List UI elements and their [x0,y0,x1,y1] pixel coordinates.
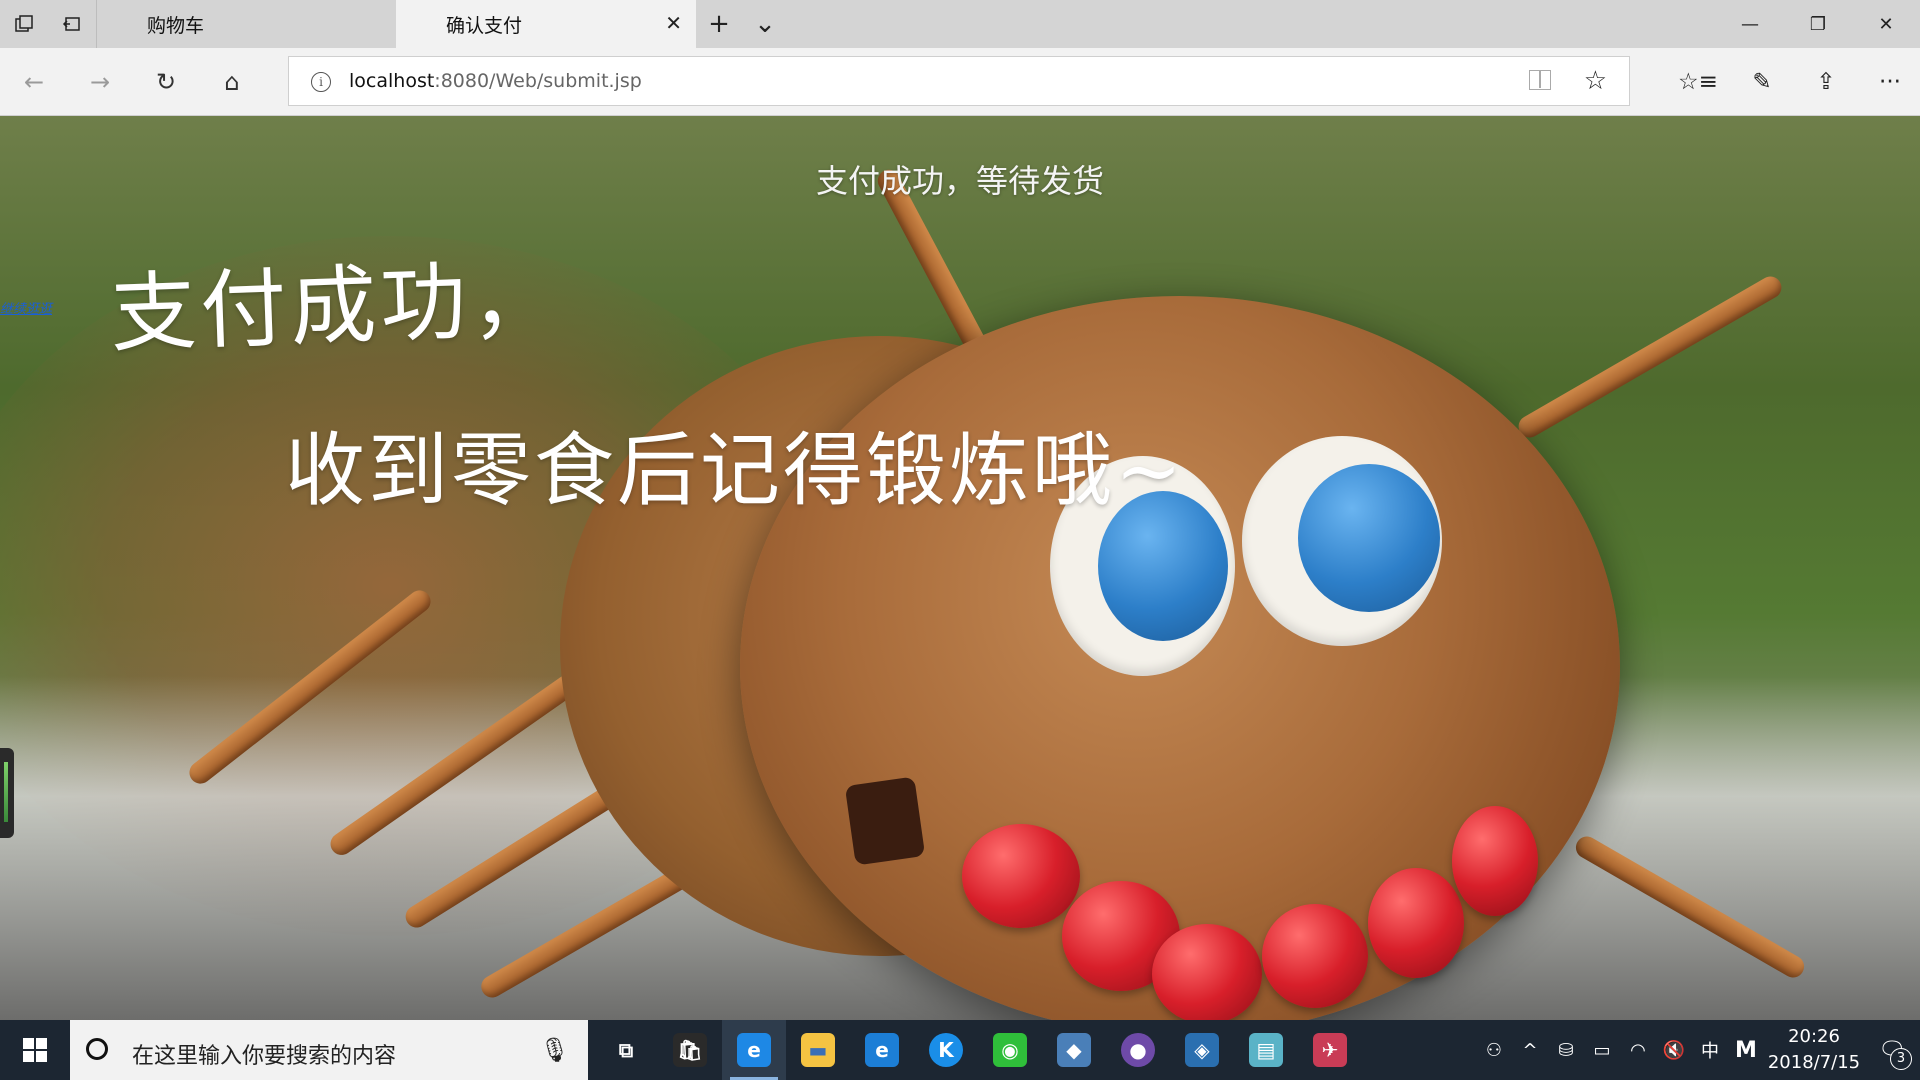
ime-mode-icon[interactable]: M [1728,1020,1764,1080]
favorites-hub-icon[interactable]: ☆≡ [1678,62,1718,102]
internet-explorer-button[interactable]: e [850,1020,914,1080]
notification-count-badge: 3 [1890,1048,1912,1070]
windows-taskbar: 在这里输入你要搜索的内容 🎙 ⧉ 🛍 e ▬ e K ◉ ◆ ● ◈ ▤ ✈ ⚇… [0,1020,1920,1080]
github-icon: ● [1121,1033,1155,1067]
url-host: localhost [349,70,435,92]
minimize-icon[interactable]: — [1716,0,1784,48]
browser-nav-bar: ← → ↻ ⌂ i localhost:8080/Web/submit.jsp … [0,48,1920,116]
flying-app-icon: ✈ [1313,1033,1347,1067]
red-candy [962,824,1080,928]
page-title: 支付成功，等待发货 [815,162,1104,200]
store-icon: 🛍 [673,1033,707,1067]
tab-label: 确认支付 [446,14,523,37]
success-message-line1: 支付成功， [108,249,562,365]
folder-icon: ▬ [801,1033,835,1067]
refresh-icon[interactable]: ↻ [146,62,186,102]
system-tray: ⚇ ^ ⛁ ▭ ◠ 🔇 中 M 20:26 2018/7/15 🗨 3 [1476,1020,1920,1080]
red-candy [1262,904,1368,1008]
start-button[interactable] [0,1020,70,1080]
notepad-icon: ▤ [1249,1033,1283,1067]
reading-view-icon[interactable] [1529,70,1551,90]
tab-confirm-payment[interactable]: 确认支付 ✕ [396,0,696,48]
red-candy [1152,924,1262,1020]
internet-explorer-icon: e [865,1033,899,1067]
site-info-icon[interactable]: i [311,72,331,92]
show-hidden-icons-chevron-icon[interactable]: ^ [1512,1020,1548,1080]
edge-button[interactable]: e [722,1020,786,1080]
virtualbox-icon: ◆ [1057,1033,1091,1067]
web-note-icon[interactable]: ✎ [1742,62,1782,102]
flying-app-button[interactable]: ✈ [1298,1020,1362,1080]
home-icon[interactable]: ⌂ [212,62,252,102]
task-view-icon: ⧉ [618,1038,634,1062]
side-widget[interactable] [0,748,14,838]
microphone-icon[interactable]: 🎙 [540,1036,570,1064]
success-message-line2: 收到零食后记得锻炼哦~ [285,424,1186,517]
usb-icon[interactable]: ⛁ [1548,1020,1584,1080]
red-candy [1452,806,1538,916]
virtualbox-button[interactable]: ◆ [1042,1020,1106,1080]
wechat-icon: ◉ [993,1033,1027,1067]
kugou-icon: K [929,1033,963,1067]
people-icon[interactable]: ⚇ [1476,1020,1512,1080]
chocolate-chip [844,776,926,866]
red-candy [1368,868,1464,978]
page-content: 支付成功，等待发货 继续逛逛 支付成功， 收到零食后记得锻炼哦~ [0,116,1920,1020]
action-center-button[interactable]: 🗨 3 [1864,1020,1920,1080]
mysql-workbench-icon: ◈ [1185,1033,1219,1067]
close-tab-icon[interactable]: ✕ [665,13,682,33]
edge-icon: e [737,1033,771,1067]
window-controls: — ❐ ✕ [1716,0,1920,48]
restore-icon[interactable]: ❐ [1784,0,1852,48]
kugou-button[interactable]: K [914,1020,978,1080]
file-explorer-button[interactable]: ▬ [786,1020,850,1080]
task-view-button[interactable]: ⧉ [594,1020,658,1080]
url-text[interactable]: localhost:8080/Web/submit.jsp [349,70,642,92]
pretzel-antenna-right [1514,272,1786,442]
store-button[interactable]: 🛍 [658,1020,722,1080]
share-icon[interactable]: ⇪ [1806,62,1846,102]
windows-logo-icon [23,1038,47,1062]
clock-time: 20:26 [1788,1026,1840,1047]
close-window-icon[interactable]: ✕ [1852,0,1920,48]
continue-shopping-link[interactable]: 继续逛逛 [0,298,52,317]
chevron-down-icon[interactable]: ⌄ [742,0,788,48]
forward-icon[interactable]: → [80,62,120,102]
ime-chinese-icon[interactable]: 中 [1692,1020,1728,1080]
tab-shopping-cart[interactable]: 购物车 [96,0,396,48]
clock-date: 2018/7/15 [1767,1052,1861,1073]
wechat-button[interactable]: ◉ [978,1020,1042,1080]
back-icon[interactable]: ← [14,62,54,102]
wifi-icon[interactable]: ◠ [1620,1020,1656,1080]
volume-muted-icon[interactable]: 🔇 [1656,1020,1692,1080]
search-placeholder: 在这里输入你要搜索的内容 [132,1044,397,1069]
new-tab-icon[interactable]: + [696,0,742,48]
github-button[interactable]: ● [1106,1020,1170,1080]
add-favorite-star-icon[interactable]: ☆ [1584,66,1607,96]
browser-toolbar: ☆≡ ✎ ⇪ ··· [1678,62,1910,102]
more-options-icon[interactable]: ··· [1870,62,1910,102]
url-path: :8080/Web/submit.jsp [434,70,642,92]
right-pupil [1298,464,1440,612]
clock[interactable]: 20:26 2018/7/15 [1764,1024,1864,1076]
tab-preview-icon[interactable] [48,0,96,48]
notepad-button[interactable]: ▤ [1234,1020,1298,1080]
taskbar-apps: ⧉ 🛍 e ▬ e K ◉ ◆ ● ◈ ▤ ✈ [594,1020,1362,1080]
mysql-workbench-button[interactable]: ◈ [1170,1020,1234,1080]
tab-sets-aside-icon[interactable] [0,0,48,48]
tab-label: 购物车 [147,14,205,37]
cortana-icon[interactable] [86,1038,108,1060]
battery-icon[interactable]: ▭ [1584,1020,1620,1080]
taskbar-search-box[interactable]: 在这里输入你要搜索的内容 🎙 [70,1020,588,1080]
address-bar[interactable]: i localhost:8080/Web/submit.jsp ☆ [288,56,1630,106]
browser-tab-bar: 购物车 确认支付 ✕ + ⌄ — ❐ ✕ [0,0,1920,48]
